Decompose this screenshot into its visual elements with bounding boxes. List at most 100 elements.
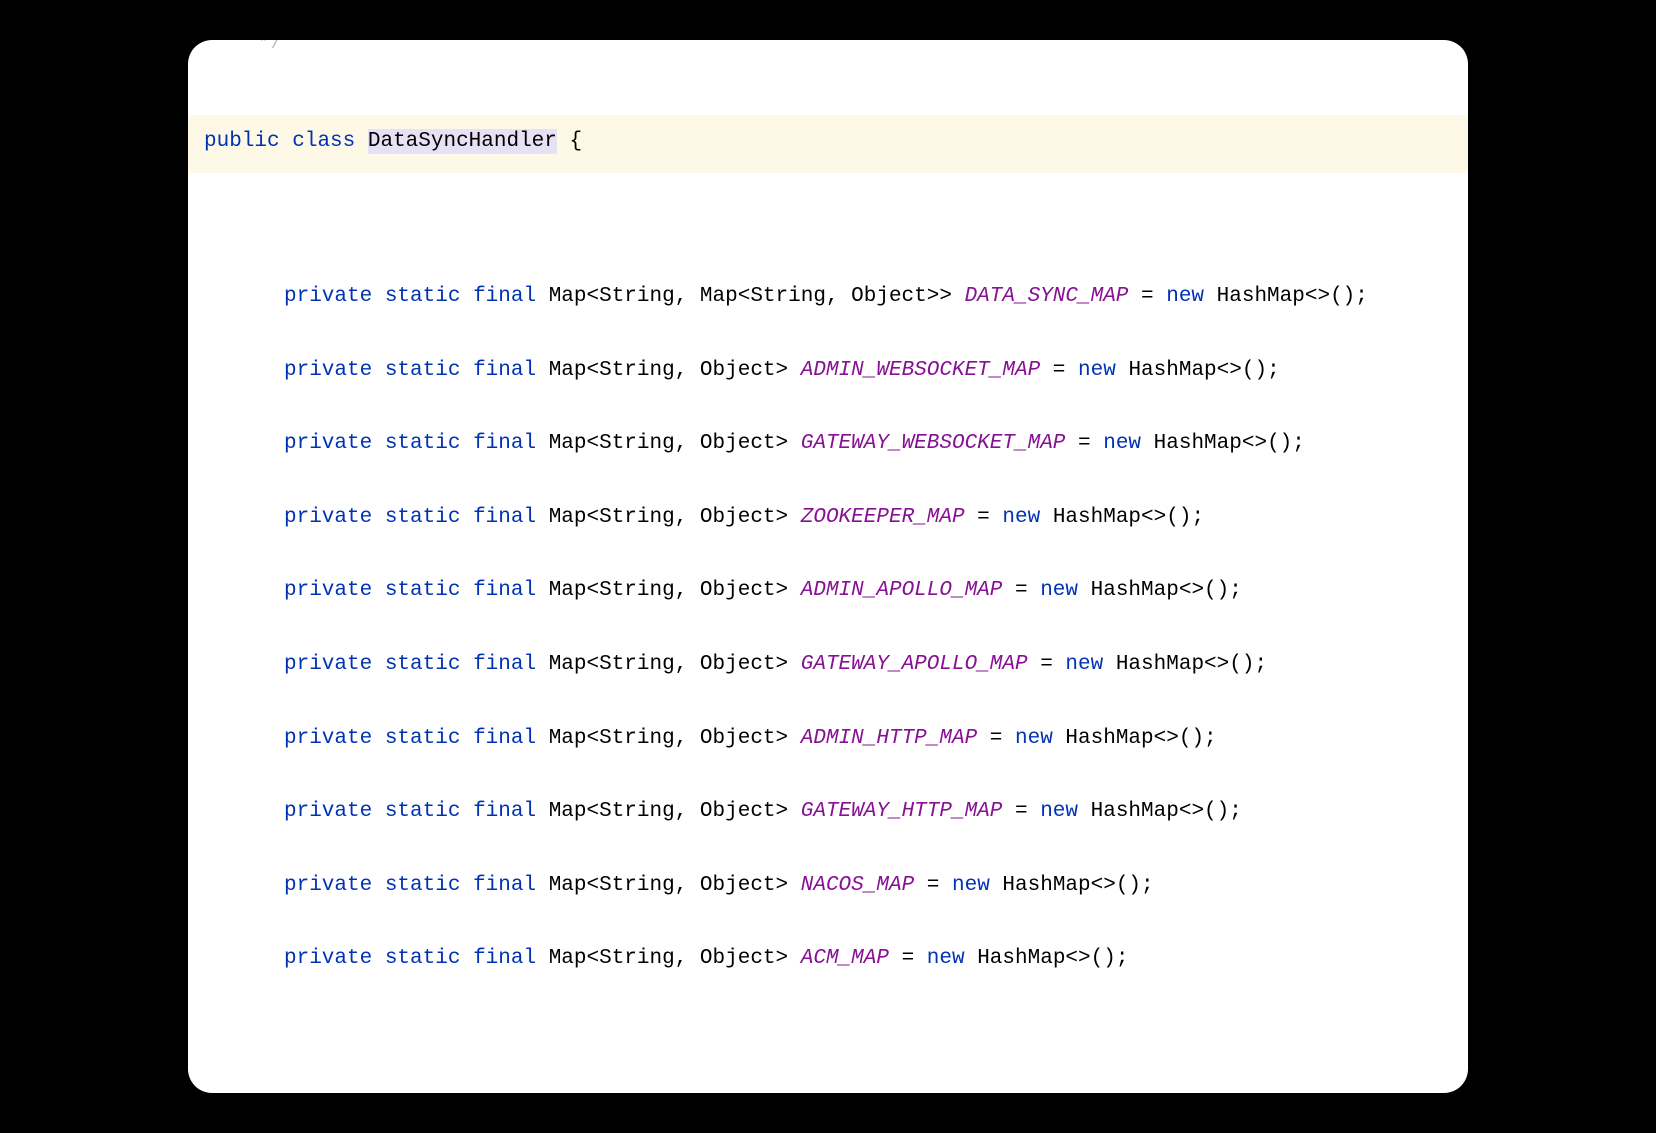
keyword-new: new xyxy=(1040,579,1078,602)
keyword-new: new xyxy=(1015,727,1053,750)
generic-params: <String, Object> xyxy=(587,359,789,382)
blank-line xyxy=(188,682,1468,722)
equals: = xyxy=(1002,800,1040,823)
type-hashmap: HashMap xyxy=(1116,653,1204,676)
equals: = xyxy=(889,947,927,970)
keyword-private: private xyxy=(284,653,372,676)
keyword-private: private xyxy=(284,359,372,382)
type-hashmap: HashMap xyxy=(1091,800,1179,823)
type-map: Map xyxy=(549,432,587,455)
keyword-class: class xyxy=(292,130,355,153)
keyword-private: private xyxy=(284,579,372,602)
type-map: Map xyxy=(549,727,587,750)
field-declaration: private static final Map<String, Object>… xyxy=(188,869,1468,903)
type-hashmap: HashMap xyxy=(1091,579,1179,602)
blank-line xyxy=(188,902,1468,942)
field-name: DATA_SYNC_MAP xyxy=(965,285,1129,308)
type-hashmap: HashMap xyxy=(1217,285,1305,308)
blank-line xyxy=(188,608,1468,648)
equals: = xyxy=(1128,285,1166,308)
generic-params: <String, Object> xyxy=(587,653,789,676)
blank-line xyxy=(188,461,1468,501)
blank-line xyxy=(188,829,1468,869)
generic-params: <String, Object> xyxy=(587,800,789,823)
type-map: Map xyxy=(549,579,587,602)
type-map: Map xyxy=(549,800,587,823)
diamond-semi: <>(); xyxy=(1154,727,1217,750)
field-name: ADMIN_APOLLO_MAP xyxy=(801,579,1003,602)
field-name: ADMIN_WEBSOCKET_MAP xyxy=(801,359,1040,382)
type-hashmap: HashMap xyxy=(977,947,1065,970)
type-map: Map xyxy=(549,874,587,897)
keyword-private: private xyxy=(284,800,372,823)
keyword-final: final xyxy=(473,432,536,455)
keyword-private: private xyxy=(284,947,372,970)
field-name: GATEWAY_HTTP_MAP xyxy=(801,800,1003,823)
type-hashmap: HashMap xyxy=(1002,874,1090,897)
field-declaration: private static final Map<String, Map<Str… xyxy=(188,280,1468,314)
field-name: GATEWAY_APOLLO_MAP xyxy=(801,653,1028,676)
keyword-private: private xyxy=(284,874,372,897)
equals: = xyxy=(965,506,1003,529)
type-hashmap: HashMap xyxy=(1053,506,1141,529)
comment-hint: */ xyxy=(188,40,1468,48)
generic-params: <String, Object> xyxy=(587,579,789,602)
field-declaration: private static final Map<String, Object>… xyxy=(188,427,1468,461)
keyword-private: private xyxy=(284,727,372,750)
type-hashmap: HashMap xyxy=(1128,359,1216,382)
keyword-final: final xyxy=(473,947,536,970)
field-declaration: private static final Map<String, Object>… xyxy=(188,354,1468,388)
diamond-semi: <>(); xyxy=(1204,653,1267,676)
blank-line xyxy=(188,240,1468,280)
field-name: ADMIN_HTTP_MAP xyxy=(801,727,977,750)
keyword-static: static xyxy=(385,800,461,823)
blank-line xyxy=(188,387,1468,427)
field-name: NACOS_MAP xyxy=(801,874,914,897)
blank-line xyxy=(188,314,1468,354)
keyword-final: final xyxy=(473,653,536,676)
field-name: ACM_MAP xyxy=(801,947,889,970)
type-map: Map xyxy=(549,947,587,970)
field-name: GATEWAY_WEBSOCKET_MAP xyxy=(801,432,1066,455)
class-declaration-line: public class DataSyncHandler { xyxy=(188,115,1468,173)
keyword-final: final xyxy=(473,874,536,897)
diamond-semi: <>(); xyxy=(1141,506,1204,529)
blank-line xyxy=(188,755,1468,795)
diamond-semi: <>(); xyxy=(1217,359,1280,382)
equals: = xyxy=(914,874,952,897)
code-card: */ public class DataSyncHandler { privat… xyxy=(188,40,1468,1093)
type-map: Map xyxy=(549,653,587,676)
type-map: Map xyxy=(549,285,587,308)
diamond-semi: <>(); xyxy=(1091,874,1154,897)
keyword-static: static xyxy=(385,432,461,455)
keyword-static: static xyxy=(385,285,461,308)
keyword-new: new xyxy=(927,947,965,970)
keyword-static: static xyxy=(385,874,461,897)
keyword-private: private xyxy=(284,506,372,529)
generic-params: <String, Object> xyxy=(587,727,789,750)
field-declaration: private static final Map<String, Object>… xyxy=(188,795,1468,829)
keyword-new: new xyxy=(1166,285,1204,308)
keyword-final: final xyxy=(473,359,536,382)
equals: = xyxy=(1002,579,1040,602)
diamond-semi: <>(); xyxy=(1179,800,1242,823)
keyword-final: final xyxy=(473,285,536,308)
type-map: Map xyxy=(549,506,587,529)
keyword-static: static xyxy=(385,727,461,750)
generic-params: <String, Object> xyxy=(587,874,789,897)
field-declaration: private static final Map<String, Object>… xyxy=(188,722,1468,756)
keyword-final: final xyxy=(473,727,536,750)
type-hashmap: HashMap xyxy=(1154,432,1242,455)
diamond-semi: <>(); xyxy=(1305,285,1368,308)
keyword-private: private xyxy=(284,285,372,308)
keyword-new: new xyxy=(952,874,990,897)
generic-params: <String, Object> xyxy=(587,432,789,455)
diamond-semi: <>(); xyxy=(1065,947,1128,970)
keyword-new: new xyxy=(1103,432,1141,455)
code-block: public class DataSyncHandler { private s… xyxy=(188,48,1468,1093)
type-map: Map xyxy=(549,359,587,382)
generic-params: <String, Map<String, Object>> xyxy=(587,285,952,308)
brace-open: { xyxy=(570,130,583,153)
field-declaration: private static final Map<String, Object>… xyxy=(188,501,1468,535)
keyword-private: private xyxy=(284,432,372,455)
